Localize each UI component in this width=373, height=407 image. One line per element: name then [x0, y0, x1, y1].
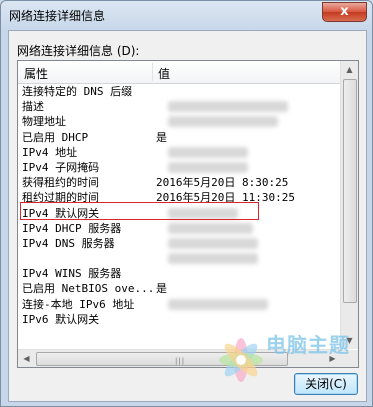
- details-list[interactable]: 属性 值 连接特定的 DNS 后缀 描述 物理地址 已启用 DHCP 是 IPv…: [17, 60, 359, 368]
- redacted-value: [168, 161, 248, 173]
- redacted-value: [168, 222, 253, 234]
- network-details-window: 网络连接详细信息 x 网络连接详细信息 (D): 属性 值 连接特定的 DNS …: [0, 0, 373, 407]
- list-item[interactable]: 已启用 NetBIOS ove... 是: [18, 281, 341, 296]
- list-item[interactable]: 描述: [18, 99, 341, 114]
- list-item[interactable]: 获得租约的时间 2016年5月20日 8:30:25: [18, 175, 341, 190]
- redacted-value: [168, 237, 258, 249]
- window-close-button[interactable]: x: [322, 2, 367, 22]
- list-item[interactable]: IPv4 子网掩码: [18, 160, 341, 175]
- redacted-value: [168, 298, 268, 310]
- property-name: 连接特定的 DNS 后缀: [22, 85, 133, 98]
- property-name: IPv6 默认网关: [22, 312, 100, 326]
- column-header-value[interactable]: 值: [158, 65, 170, 82]
- list-item[interactable]: 已启用 DHCP 是: [18, 130, 341, 145]
- details-section-label: 网络连接详细信息 (D):: [17, 44, 140, 58]
- title-bar[interactable]: 网络连接详细信息 x: [1, 1, 372, 29]
- property-value: 2016年5月20日 8:30:25: [156, 176, 289, 190]
- list-item[interactable]: 连接特定的 DNS 后缀: [18, 84, 341, 99]
- property-name: IPv4 DNS 服务器: [22, 236, 115, 250]
- property-name: IPv4 子网掩码: [22, 160, 100, 174]
- property-value: 是: [156, 282, 167, 296]
- list-item[interactable]: IPv4 DHCP 服务器: [18, 221, 341, 236]
- redacted-value: [168, 146, 248, 158]
- property-name: 获得租约的时间: [22, 176, 99, 190]
- list-item[interactable]: IPv4 WINS 服务器: [18, 266, 341, 281]
- property-name: 已启用 NetBIOS ove...: [22, 282, 155, 296]
- redacted-value: [168, 101, 288, 113]
- scroll-left-icon[interactable]: ◀: [18, 350, 35, 367]
- property-name: 物理地址: [22, 115, 66, 129]
- property-name: IPv4 DHCP 服务器: [22, 221, 122, 235]
- grip-icon: |||: [175, 357, 186, 365]
- ipv4-address-highlight: [20, 202, 259, 220]
- column-header-property[interactable]: 属性: [24, 65, 48, 82]
- vertical-scroll-thumb[interactable]: [343, 79, 357, 303]
- watermark-text: 电脑主题: [266, 333, 350, 357]
- list-item[interactable]: [18, 251, 341, 266]
- close-icon: x: [340, 4, 349, 19]
- scroll-up-icon[interactable]: ▲: [341, 61, 358, 78]
- list-item[interactable]: 物理地址: [18, 114, 341, 129]
- list-item[interactable]: IPv4 地址: [18, 145, 341, 160]
- redacted-value: [168, 253, 258, 265]
- list-item[interactable]: 连接-本地 IPv6 地址: [18, 297, 341, 312]
- property-value: 是: [156, 130, 167, 144]
- watermark: 电脑主题: [206, 325, 366, 397]
- property-name: 已启用 DHCP: [22, 130, 89, 144]
- property-name: IPv4 WINS 服务器: [22, 267, 122, 281]
- redacted-value: [168, 116, 278, 128]
- property-name: 描述: [22, 100, 44, 114]
- list-item[interactable]: IPv4 DNS 服务器: [18, 236, 341, 251]
- window-title: 网络连接详细信息: [9, 9, 106, 23]
- column-separator[interactable]: [152, 63, 153, 81]
- list-header: 属性 值: [18, 61, 341, 84]
- list-rows: 连接特定的 DNS 后缀 描述 物理地址 已启用 DHCP 是 IPv4 地址 …: [18, 84, 341, 349]
- vertical-scrollbar[interactable]: ▲ ▼: [340, 61, 358, 349]
- property-name: 连接-本地 IPv6 地址: [22, 297, 135, 311]
- property-name: IPv4 地址: [22, 145, 78, 159]
